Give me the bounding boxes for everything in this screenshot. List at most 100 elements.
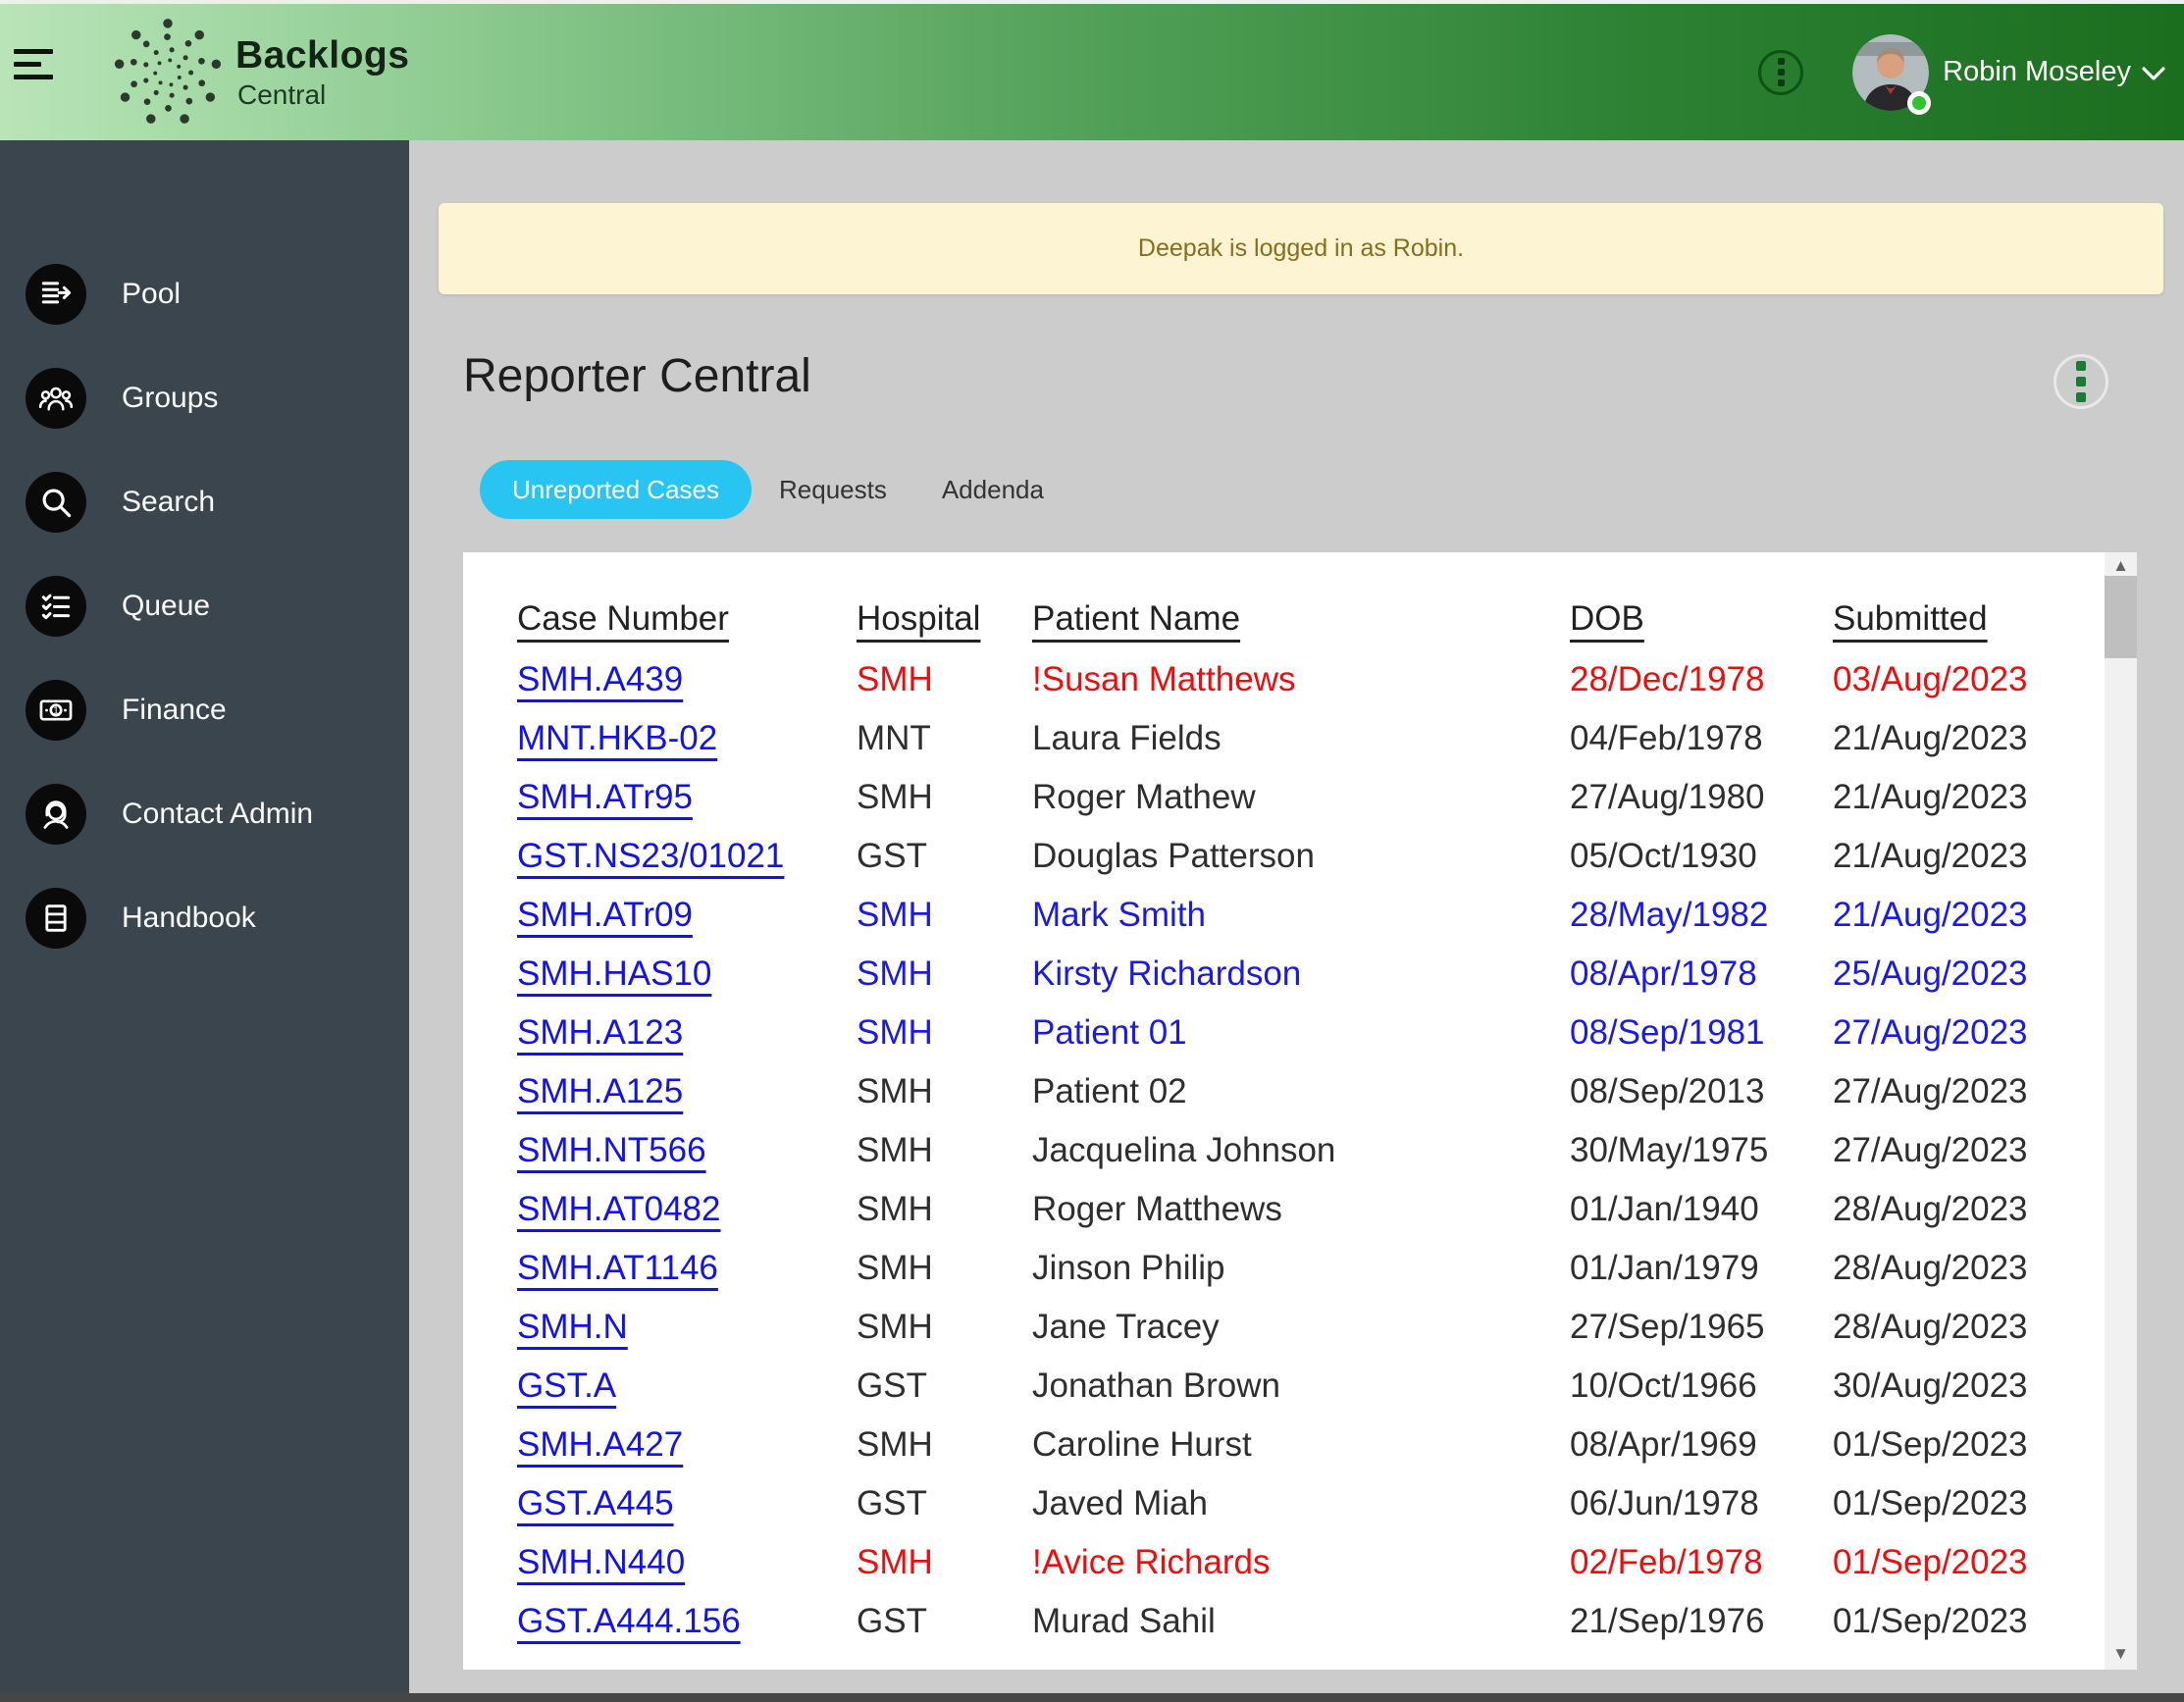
patient-name-cell: Kirsty Richardson [1032,954,1302,993]
sidebar-item-handbook[interactable]: Handbook [0,888,409,949]
sidebar-item-finance[interactable]: 1 Finance [0,680,409,741]
submitted-cell: 21/Aug/2023 [1833,719,2028,757]
sidebar-item-pool[interactable]: Pool [0,264,409,325]
tab-bar: Unreported Cases Requests Addenda [480,460,1071,519]
case-number-link[interactable]: MNT.HKB-02 [517,719,717,757]
contact-admin-headset-icon [26,784,86,845]
case-number-link[interactable]: SMH.NT566 [517,1131,706,1169]
sidebar-item-contact-admin[interactable]: Contact Admin [0,784,409,845]
patient-name-cell: Murad Sahil [1032,1602,1216,1640]
submitted-cell: 03/Aug/2023 [1833,660,2028,698]
tab-requests[interactable]: Requests [752,460,914,519]
case-number-link[interactable]: SMH.A427 [517,1425,683,1464]
patient-name-cell: Caroline Hurst [1032,1425,1252,1464]
sidebar-item-label: Contact Admin [122,798,314,830]
patient-name-cell: Patient 02 [1032,1072,1187,1110]
scrollbar-thumb[interactable] [2105,576,2137,658]
case-number-link[interactable]: SMH.ATr09 [517,896,693,934]
case-number-link[interactable]: GST.A [517,1367,616,1405]
patient-name-cell: Douglas Patterson [1032,837,1315,875]
dot-burst-logo-icon [114,18,222,124]
case-number-link[interactable]: GST.A444.156 [517,1602,741,1640]
sidebar-nav: Pool Groups Search Queue 1 Finance Conta… [0,140,409,1693]
col-hospital[interactable]: Hospital [857,588,1032,650]
search-icon [26,472,86,533]
case-number-link[interactable]: GST.A445 [517,1484,674,1522]
dob-cell: 01/Jan/1940 [1570,1190,1759,1228]
table-row: SMH.AT0482 SMH Roger Matthews 01/Jan/194… [517,1180,2078,1239]
col-case-number[interactable]: Case Number [517,588,857,650]
table-row: SMH.HAS10 SMH Kirsty Richardson 08/Apr/1… [517,945,2078,1004]
hospital-cell: SMH [857,1072,933,1110]
sidebar-item-label: Queue [122,590,211,622]
table-row: SMH.A125 SMH Patient 02 08/Sep/2013 27/A… [517,1062,2078,1121]
sidebar-item-search[interactable]: Search [0,472,409,533]
vertical-scrollbar[interactable]: ▲ ▼ [2105,552,2137,1670]
case-number-link[interactable]: SMH.A439 [517,660,683,698]
sidebar-item-label: Finance [122,694,227,726]
hospital-cell: MNT [857,719,931,757]
online-status-dot [1907,90,1932,115]
dob-cell: 08/Sep/1981 [1570,1013,1765,1052]
hospital-cell: GST [857,1367,927,1405]
dob-cell: 02/Feb/1978 [1570,1543,1763,1581]
dob-cell: 27/Sep/1965 [1570,1308,1765,1346]
app-logo[interactable]: Backlogs Central [110,15,409,130]
submitted-cell: 21/Aug/2023 [1833,778,2028,816]
submitted-cell: 01/Sep/2023 [1833,1602,2028,1640]
table-header-row: Case Number Hospital Patient Name DOB Su… [517,588,2078,650]
hospital-cell: SMH [857,1013,933,1052]
queue-checklist-icon [26,576,86,637]
submitted-cell: 28/Aug/2023 [1833,1249,2028,1287]
scroll-down-arrow-icon[interactable]: ▼ [2105,1644,2137,1664]
svg-text:1: 1 [53,706,59,717]
user-name[interactable]: Robin Moseley [1943,56,2131,88]
table-row: SMH.N SMH Jane Tracey 27/Sep/1965 28/Aug… [517,1298,2078,1357]
sidebar-item-groups[interactable]: Groups [0,368,409,429]
case-number-link[interactable]: SMH.N440 [517,1543,685,1581]
case-number-link[interactable]: SMH.AT0482 [517,1190,721,1228]
case-number-link[interactable]: SMH.A125 [517,1072,683,1110]
dob-cell: 08/Apr/1978 [1570,954,1757,993]
hospital-cell: SMH [857,1190,933,1228]
case-number-link[interactable]: GST.NS23/01021 [517,837,784,875]
tab-addenda[interactable]: Addenda [914,460,1071,519]
case-number-link[interactable]: SMH.A123 [517,1013,683,1052]
hamburger-menu-icon[interactable] [14,49,57,79]
submitted-cell: 27/Aug/2023 [1833,1131,2028,1169]
case-number-link[interactable]: SMH.N [517,1308,628,1346]
col-patient-name[interactable]: Patient Name [1032,588,1570,650]
table-row: SMH.AT1146 SMH Jinson Philip 01/Jan/1979… [517,1239,2078,1298]
case-number-link[interactable]: SMH.ATr95 [517,778,693,816]
page-title: Reporter Central [463,350,811,402]
hospital-cell: GST [857,837,927,875]
pool-icon [26,264,86,325]
dob-cell: 28/May/1982 [1570,896,1769,934]
table-row: GST.A445 GST Javed Miah 06/Jun/1978 01/S… [517,1474,2078,1533]
chevron-down-icon[interactable] [2141,61,2166,84]
patient-name-cell: Laura Fields [1032,719,1222,757]
dob-cell: 27/Aug/1980 [1570,778,1765,816]
table-row: SMH.A123 SMH Patient 01 08/Sep/1981 27/A… [517,1004,2078,1062]
page-kebab-menu-icon[interactable] [2054,354,2108,409]
case-number-link[interactable]: SMH.AT1146 [517,1249,718,1287]
avatar[interactable] [1852,33,1932,115]
table-row: SMH.NT566 SMH Jacquelina Johnson 30/May/… [517,1121,2078,1180]
tab-unreported-cases[interactable]: Unreported Cases [480,460,752,519]
submitted-cell: 27/Aug/2023 [1833,1072,2028,1110]
submitted-cell: 27/Aug/2023 [1833,1013,2028,1052]
dob-cell: 10/Oct/1966 [1570,1367,1757,1405]
case-number-link[interactable]: SMH.HAS10 [517,954,711,993]
hospital-cell: SMH [857,896,933,934]
col-dob[interactable]: DOB [1570,588,1833,650]
dob-cell: 08/Sep/2013 [1570,1072,1765,1110]
groups-icon [26,368,86,429]
scroll-up-arrow-icon[interactable]: ▲ [2105,556,2137,576]
dob-cell: 04/Feb/1978 [1570,719,1763,757]
submitted-cell: 28/Aug/2023 [1833,1190,2028,1228]
window-top-edge [0,0,2184,4]
sidebar-item-queue[interactable]: Queue [0,576,409,637]
col-submitted[interactable]: Submitted [1833,588,2078,650]
impersonation-banner: Deepak is logged in as Robin. [439,203,2163,294]
header-kebab-menu-icon[interactable] [1758,49,1804,95]
